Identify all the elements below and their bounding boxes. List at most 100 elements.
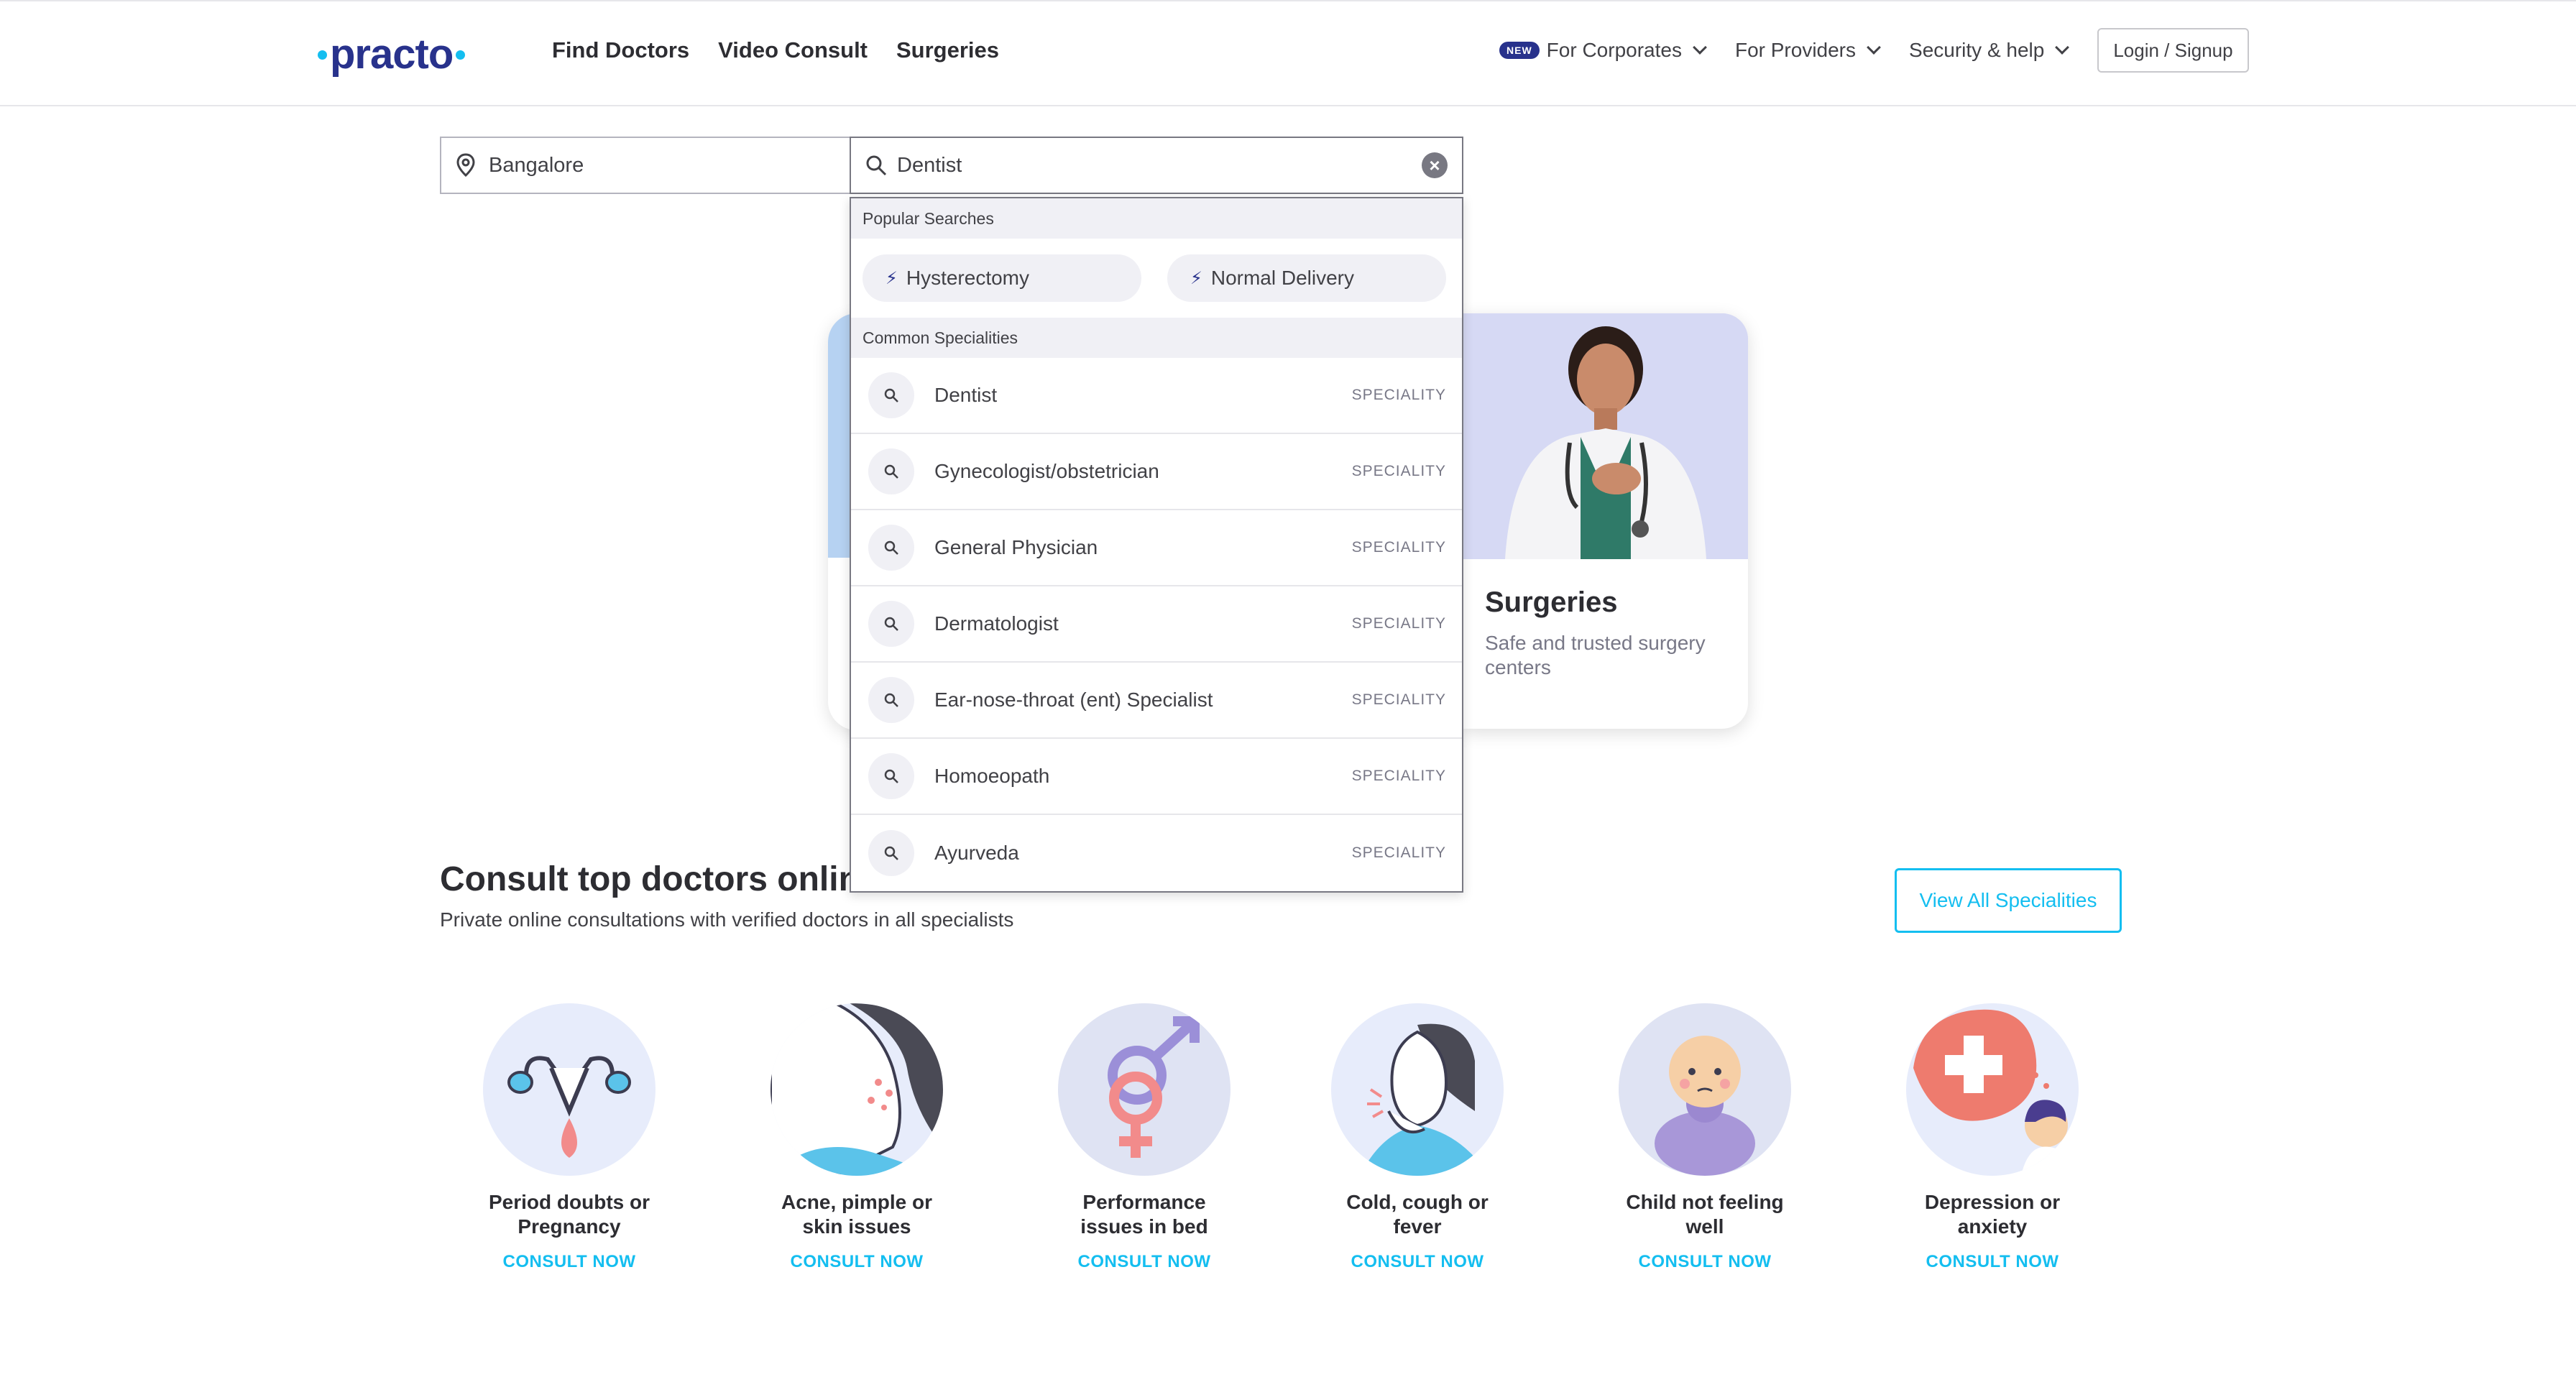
concern-card-depression[interactable]: Depression or anxiety CONSULT NOW <box>1885 1003 2100 1272</box>
lightning-icon: ⚡︎ <box>1190 268 1202 288</box>
concern-card-child[interactable]: Child not feeling well CONSULT NOW <box>1597 1003 1813 1272</box>
concern-label: Period doubts or Pregnancy <box>489 1191 650 1238</box>
concern-card-period[interactable]: Period doubts or Pregnancy CONSULT NOW <box>461 1003 677 1272</box>
speciality-tag: SPECIALITY <box>1351 463 1446 479</box>
concern-label: Performance issues in bed <box>1080 1191 1208 1238</box>
chevron-down-icon <box>2055 40 2070 55</box>
top-header: practo Find Doctors Video Consult Surger… <box>0 0 2576 106</box>
concern-card-performance[interactable]: Performance issues in bed CONSULT NOW <box>1036 1003 1252 1272</box>
speciality-suggestion[interactable]: General Physician SPECIALITY <box>851 510 1462 586</box>
gender-symbols-icon <box>1058 1003 1230 1176</box>
popular-searches: ⚡︎ Hysterectomy ⚡︎ Normal Delivery <box>851 239 1462 318</box>
logo-text: practo <box>330 31 454 78</box>
main-nav: Find Doctors Video Consult Surgeries <box>552 34 999 66</box>
speciality-tag: SPECIALITY <box>1351 691 1446 708</box>
search-icon <box>868 448 914 494</box>
speciality-suggestion[interactable]: Gynecologist/obstetrician SPECIALITY <box>851 434 1462 510</box>
for-providers-label: For Providers <box>1734 39 1857 61</box>
search-icon <box>868 525 914 571</box>
security-help-menu[interactable]: Security & help <box>1909 39 2070 62</box>
logo-dot-right <box>456 50 466 60</box>
concern-card-cold[interactable]: Cold, cough or fever CONSULT NOW <box>1310 1003 1525 1272</box>
search-bar: × <box>440 137 1463 194</box>
speciality-tag: SPECIALITY <box>1351 844 1446 861</box>
speciality-name: Ayurveda <box>934 842 1019 864</box>
nav-video-consult[interactable]: Video Consult <box>718 34 868 66</box>
speciality-tag: SPECIALITY <box>1351 768 1446 784</box>
chip-label: Normal Delivery <box>1210 267 1355 289</box>
for-corporates-menu[interactable]: NEW For Corporates <box>1499 39 1707 62</box>
chevron-down-icon <box>1693 40 1707 55</box>
surgeries-card-subtitle: Safe and trusted surgery centers <box>1485 632 1706 678</box>
consult-section-subtitle: Private online consultations with verifi… <box>440 908 1014 931</box>
for-providers-menu[interactable]: For Providers <box>1734 39 1881 62</box>
acne-face-icon <box>770 1003 943 1176</box>
logo-dot-left <box>318 50 327 60</box>
speciality-name: General Physician <box>934 536 1098 558</box>
for-corporates-label: For Corporates <box>1546 39 1682 61</box>
search-input[interactable] <box>897 153 1422 178</box>
nav-find-doctors[interactable]: Find Doctors <box>552 34 689 66</box>
common-specialities-heading: Common Specialities <box>851 318 1462 358</box>
surgeries-card[interactable]: Surgeries Safe and trusted surgery cente… <box>1462 313 1748 729</box>
search-icon <box>868 753 914 799</box>
new-badge: NEW <box>1499 42 1540 59</box>
chevron-down-icon <box>1867 40 1881 55</box>
search-icon <box>868 372 914 418</box>
chip-label: Hysterectomy <box>906 267 1030 289</box>
baby-icon <box>1619 1003 1791 1176</box>
consult-now-link[interactable]: CONSULT NOW <box>1036 1252 1252 1272</box>
popular-search-chip[interactable]: ⚡︎ Hysterectomy <box>862 254 1141 302</box>
search-suggestions-dropdown: Popular Searches ⚡︎ Hysterectomy ⚡︎ Norm… <box>850 197 1463 893</box>
lightning-icon: ⚡︎ <box>886 268 898 288</box>
speciality-suggestion[interactable]: Ear-nose-throat (ent) Specialist SPECIAL… <box>851 663 1462 739</box>
nav-surgeries[interactable]: Surgeries <box>896 34 999 66</box>
speciality-name: Ear-nose-throat (ent) Specialist <box>934 688 1213 711</box>
search-icon <box>868 601 914 647</box>
speciality-suggestion[interactable]: Dentist SPECIALITY <box>851 358 1462 434</box>
consult-now-link[interactable]: CONSULT NOW <box>1310 1252 1525 1272</box>
doctor-photo-icon <box>1462 313 1748 559</box>
speciality-suggestion[interactable]: Ayurveda SPECIALITY <box>851 815 1462 891</box>
concern-label: Child not feeling well <box>1626 1191 1784 1238</box>
speciality-suggestion[interactable]: Homoeopath SPECIALITY <box>851 739 1462 815</box>
query-field[interactable]: × <box>850 137 1463 194</box>
speciality-tag: SPECIALITY <box>1351 615 1446 632</box>
login-signup-button[interactable]: Login / Signup <box>2097 28 2249 73</box>
concern-card-acne[interactable]: Acne, pimple or skin issues CONSULT NOW <box>749 1003 965 1272</box>
consult-section-title: Consult top doctors online <box>440 860 879 898</box>
speciality-tag: SPECIALITY <box>1351 539 1446 556</box>
practo-logo[interactable]: practo <box>318 31 466 78</box>
uterus-icon <box>483 1003 656 1176</box>
speciality-tag: SPECIALITY <box>1351 387 1446 403</box>
popular-search-chip[interactable]: ⚡︎ Normal Delivery <box>1167 254 1446 302</box>
concern-label: Acne, pimple or skin issues <box>781 1191 933 1238</box>
search-icon <box>868 677 914 723</box>
speciality-name: Homoeopath <box>934 765 1050 787</box>
speciality-name: Gynecologist/obstetrician <box>934 460 1159 482</box>
consult-now-link[interactable]: CONSULT NOW <box>461 1252 677 1272</box>
location-pin-icon <box>456 153 475 178</box>
clear-search-icon[interactable]: × <box>1422 152 1448 178</box>
surgeries-card-title: Surgeries <box>1485 586 1618 618</box>
popular-searches-heading: Popular Searches <box>851 198 1462 239</box>
consult-now-link[interactable]: CONSULT NOW <box>1597 1252 1813 1272</box>
consult-now-link[interactable]: CONSULT NOW <box>749 1252 965 1272</box>
consult-now-link[interactable]: CONSULT NOW <box>1885 1252 2100 1272</box>
location-input[interactable] <box>489 153 850 178</box>
security-help-label: Security & help <box>1909 39 2045 61</box>
concern-label: Depression or anxiety <box>1924 1191 2061 1238</box>
view-all-specialities-button[interactable]: View All Specialities <box>1895 868 2122 933</box>
secondary-nav: NEW For Corporates For Providers Securit… <box>1499 28 2576 73</box>
health-concerns-list: Period doubts or Pregnancy CONSULT NOW Ac… <box>440 1003 2122 1291</box>
speciality-name: Dentist <box>934 384 998 406</box>
search-icon <box>868 830 914 876</box>
mental-health-icon <box>1906 1003 2079 1176</box>
speciality-suggestion[interactable]: Dermatologist SPECIALITY <box>851 586 1462 663</box>
doctor-illustration <box>1462 313 1748 559</box>
coughing-man-icon <box>1331 1003 1504 1176</box>
location-field[interactable] <box>440 137 850 194</box>
speciality-name: Dermatologist <box>934 612 1059 635</box>
concern-label: Cold, cough or fever <box>1346 1191 1489 1238</box>
search-icon <box>866 155 887 176</box>
